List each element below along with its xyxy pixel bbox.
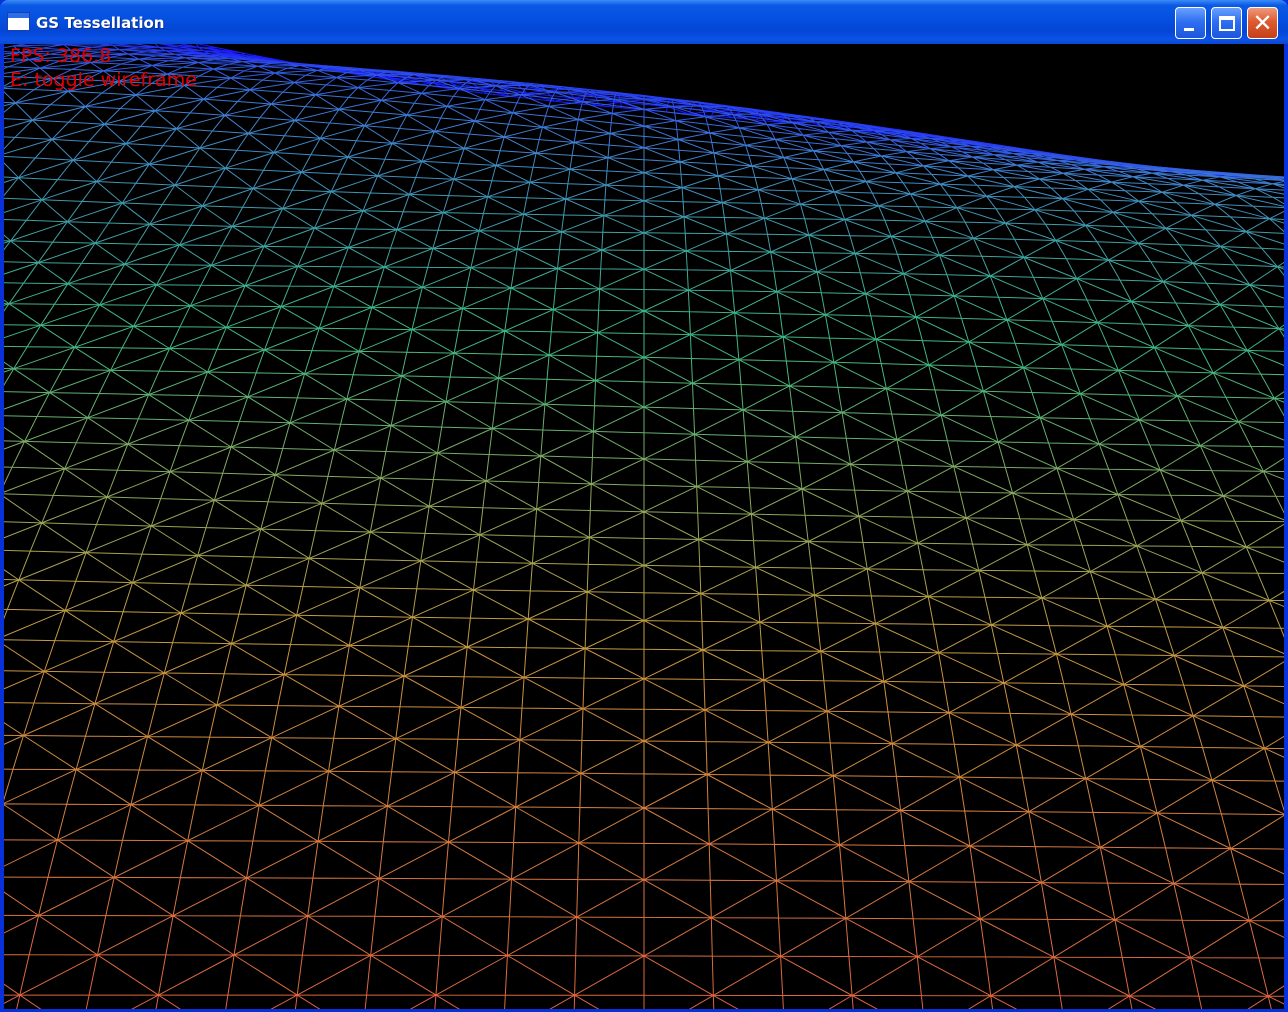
minimize-button[interactable]: [1175, 7, 1206, 39]
wireframe-hint: E: toggle wireframe: [10, 69, 197, 91]
close-icon: ✕: [1252, 9, 1273, 37]
app-window-icon[interactable]: [7, 12, 30, 31]
render-viewport[interactable]: FPS: 386.8 E: toggle wireframe: [4, 44, 1284, 1009]
title-bar[interactable]: GS Tessellation ✕: [0, 0, 1288, 44]
fps-counter: FPS: 386.8: [10, 45, 112, 67]
window-title: GS Tessellation: [36, 14, 165, 32]
mesh-edges: [4, 994, 1284, 1009]
close-button[interactable]: ✕: [1247, 7, 1278, 39]
wireframe-terrain-mesh: [4, 44, 1284, 1009]
app-window: GS Tessellation ✕ FPS: 386.8 E: toggle w…: [0, 0, 1288, 1012]
maximize-button[interactable]: [1211, 7, 1242, 39]
minimize-icon: [1184, 28, 1194, 31]
mesh-edges: [4, 915, 1284, 959]
maximize-icon: [1218, 15, 1235, 31]
mesh-edges: [4, 954, 1284, 997]
